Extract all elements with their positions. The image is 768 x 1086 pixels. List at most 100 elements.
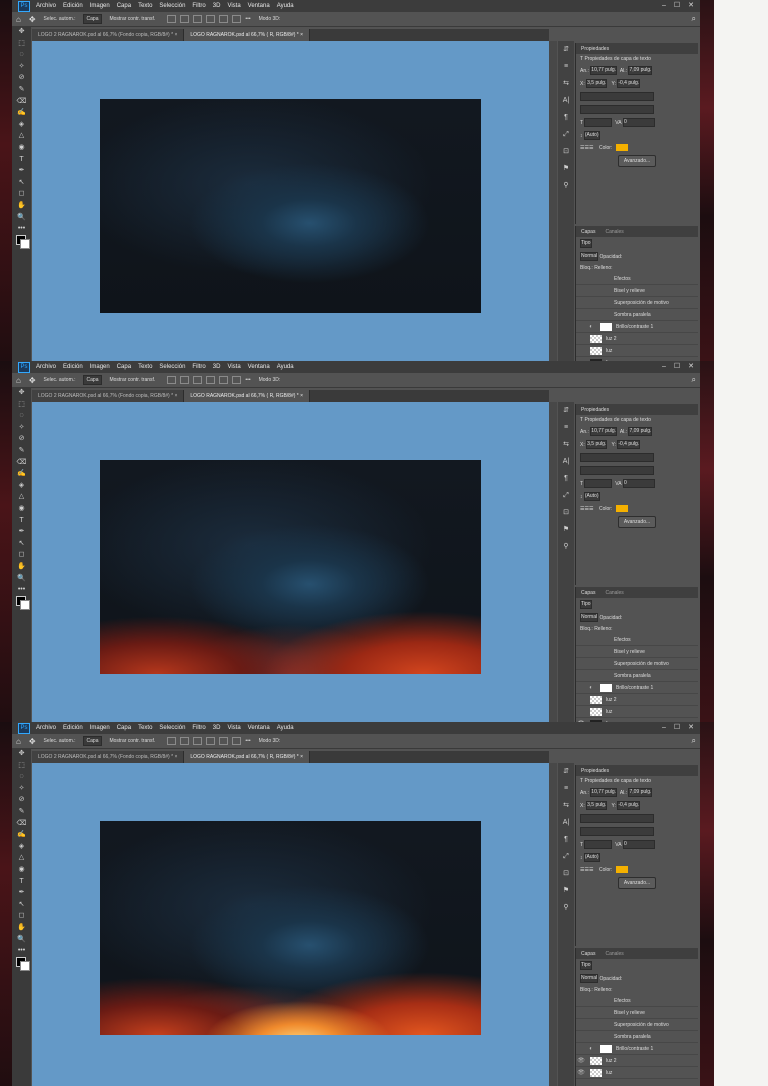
- layer-row[interactable]: luz 2: [576, 333, 698, 345]
- font-style-dropdown[interactable]: [580, 827, 654, 836]
- layer-row[interactable]: ◐ Brillo/contraste 1: [576, 682, 698, 694]
- glyphs-icon[interactable]: ⚲: [558, 538, 574, 555]
- tab-close-icon[interactable]: ×: [174, 32, 177, 38]
- paragraph-icon[interactable]: ¶: [558, 109, 574, 126]
- auto-select-dropdown[interactable]: Capa: [82, 736, 103, 746]
- menu-archivo[interactable]: Archivo: [36, 725, 56, 731]
- background-color[interactable]: [20, 599, 30, 610]
- menu-imagen[interactable]: Imagen: [90, 3, 110, 9]
- text-color-swatch[interactable]: [616, 505, 629, 512]
- font-size-field[interactable]: [584, 479, 613, 488]
- width-field[interactable]: 10,77 pulg.: [590, 66, 618, 75]
- stamp-tool-icon[interactable]: ✍: [12, 829, 31, 841]
- menu-ayuda[interactable]: Ayuda: [277, 725, 294, 731]
- menu-texto[interactable]: Texto: [138, 725, 152, 731]
- layer-effects[interactable]: Efectos: [576, 273, 698, 285]
- menu-ventana[interactable]: Ventana: [248, 3, 270, 9]
- canvas-area[interactable]: [32, 402, 549, 722]
- align-left-icon[interactable]: [167, 737, 177, 745]
- marquee-tool-icon[interactable]: ⬚: [12, 760, 31, 772]
- align-middle-icon[interactable]: [219, 737, 229, 745]
- artwork-canvas[interactable]: [100, 99, 481, 313]
- menu-3d[interactable]: 3D: [213, 3, 221, 9]
- y-field[interactable]: -0,4 pulg.: [617, 79, 641, 88]
- stamp-tool-icon[interactable]: ✍: [12, 468, 31, 480]
- layer-effect-item[interactable]: Bisel y relieve: [576, 646, 698, 658]
- eraser-tool-icon[interactable]: ⌫: [12, 457, 31, 469]
- tab-channels[interactable]: Canales: [600, 951, 628, 957]
- move-tool-icon[interactable]: ✥: [12, 26, 31, 38]
- move-tool-icon[interactable]: ✥: [29, 737, 36, 746]
- tab-logo-2[interactable]: LOGO 2 RAGNAROK.psd al 66,7% (Fondo copi…: [32, 751, 185, 763]
- pen-tool-icon[interactable]: ✒: [12, 887, 31, 899]
- crop-tool-icon[interactable]: ⊘: [12, 433, 31, 445]
- close-button[interactable]: ✕: [688, 724, 694, 732]
- transform-icon[interactable]: ⤢: [558, 487, 574, 504]
- move-tool-icon[interactable]: ✥: [29, 376, 36, 385]
- tab-channels[interactable]: Canales: [600, 229, 628, 235]
- align-top-icon[interactable]: [206, 15, 216, 23]
- font-style-dropdown[interactable]: [580, 466, 654, 475]
- menu-archivo[interactable]: Archivo: [36, 364, 56, 370]
- history-icon[interactable]: ⇵: [558, 41, 574, 58]
- font-size-field[interactable]: [584, 118, 613, 127]
- font-family-dropdown[interactable]: [580, 814, 654, 823]
- more-options[interactable]: •••: [245, 16, 250, 22]
- menu-ventana[interactable]: Ventana: [248, 725, 270, 731]
- tab-close-icon[interactable]: ×: [300, 754, 303, 760]
- leading-field[interactable]: (Auto): [583, 492, 600, 501]
- menu-texto[interactable]: Texto: [138, 364, 152, 370]
- magic-wand-tool-icon[interactable]: ✧: [12, 783, 31, 795]
- menu-vista[interactable]: Vista: [227, 725, 240, 731]
- path-select-tool-icon[interactable]: ↖: [12, 899, 31, 911]
- auto-select-dropdown[interactable]: Capa: [82, 375, 103, 385]
- visibility-icon[interactable]: 👁: [576, 1057, 586, 1064]
- search-icon[interactable]: ⌕: [692, 736, 696, 746]
- more-options[interactable]: •••: [245, 738, 250, 744]
- more-options[interactable]: •••: [245, 377, 250, 383]
- tab-layers[interactable]: Capas: [576, 590, 600, 596]
- menu-texto[interactable]: Texto: [138, 3, 152, 9]
- tab-logo-2[interactable]: LOGO 2 RAGNAROK.psd al 66,7% (Fondo copi…: [32, 390, 185, 402]
- menu-edicion[interactable]: Edición: [63, 3, 83, 9]
- magic-wand-tool-icon[interactable]: ✧: [12, 422, 31, 434]
- align-left-icon[interactable]: [167, 376, 177, 384]
- align-middle-icon[interactable]: [219, 15, 229, 23]
- layer-row[interactable]: 👁 luz: [576, 1067, 698, 1079]
- leading-field[interactable]: (Auto): [583, 131, 600, 140]
- lasso-tool-icon[interactable]: ◌: [12, 771, 31, 783]
- shape-tool-icon[interactable]: ◻: [12, 910, 31, 922]
- paragraph-icon[interactable]: ¶: [558, 831, 574, 848]
- menu-seleccion[interactable]: Selección: [159, 364, 185, 370]
- menu-edicion[interactable]: Edición: [63, 725, 83, 731]
- search-icon[interactable]: ⌕: [692, 375, 696, 385]
- tab-close-icon[interactable]: ×: [174, 393, 177, 399]
- history-icon[interactable]: ⇵: [558, 763, 574, 780]
- move-tool-icon[interactable]: ✥: [12, 387, 31, 399]
- color-swatches[interactable]: [16, 595, 31, 610]
- blend-mode-dropdown[interactable]: Normal: [580, 252, 599, 261]
- align-right-icon[interactable]: [193, 15, 203, 23]
- layer-filter-dropdown[interactable]: Tipo: [580, 239, 592, 248]
- canvas-area[interactable]: [32, 41, 549, 361]
- show-transform-label[interactable]: Mostrar contr. transf.: [109, 16, 155, 22]
- libraries-icon[interactable]: ⊡: [558, 865, 574, 882]
- layer-effects[interactable]: Efectos: [576, 634, 698, 646]
- align-right-icon[interactable]: [193, 737, 203, 745]
- layer-effect-item[interactable]: Superposición de motivo: [576, 1019, 698, 1031]
- tab-channels[interactable]: Canales: [600, 590, 628, 596]
- layer-effect-item[interactable]: Sombra paralela: [576, 1031, 698, 1043]
- more-tools-icon[interactable]: •••: [12, 584, 31, 596]
- align-center-icon[interactable]: [180, 737, 190, 745]
- zoom-tool-icon[interactable]: 🔍: [12, 934, 31, 946]
- menu-vista[interactable]: Vista: [227, 3, 240, 9]
- minimize-button[interactable]: –: [662, 2, 666, 10]
- brush-tool-icon[interactable]: ✎: [12, 806, 31, 818]
- auto-select-label[interactable]: Selec. autom.:: [44, 377, 76, 383]
- tab-logo[interactable]: LOGO RAGNAROK.psd al 66,7% ( R, RGB/8#) …: [184, 29, 311, 41]
- align-middle-icon[interactable]: [219, 376, 229, 384]
- tab-logo-2[interactable]: LOGO 2 RAGNAROK.psd al 66,7% (Fondo copi…: [32, 29, 185, 41]
- menu-capa[interactable]: Capa: [117, 364, 131, 370]
- auto-select-label[interactable]: Selec. autom.:: [44, 16, 76, 22]
- height-field[interactable]: 7,09 pulg.: [628, 66, 653, 75]
